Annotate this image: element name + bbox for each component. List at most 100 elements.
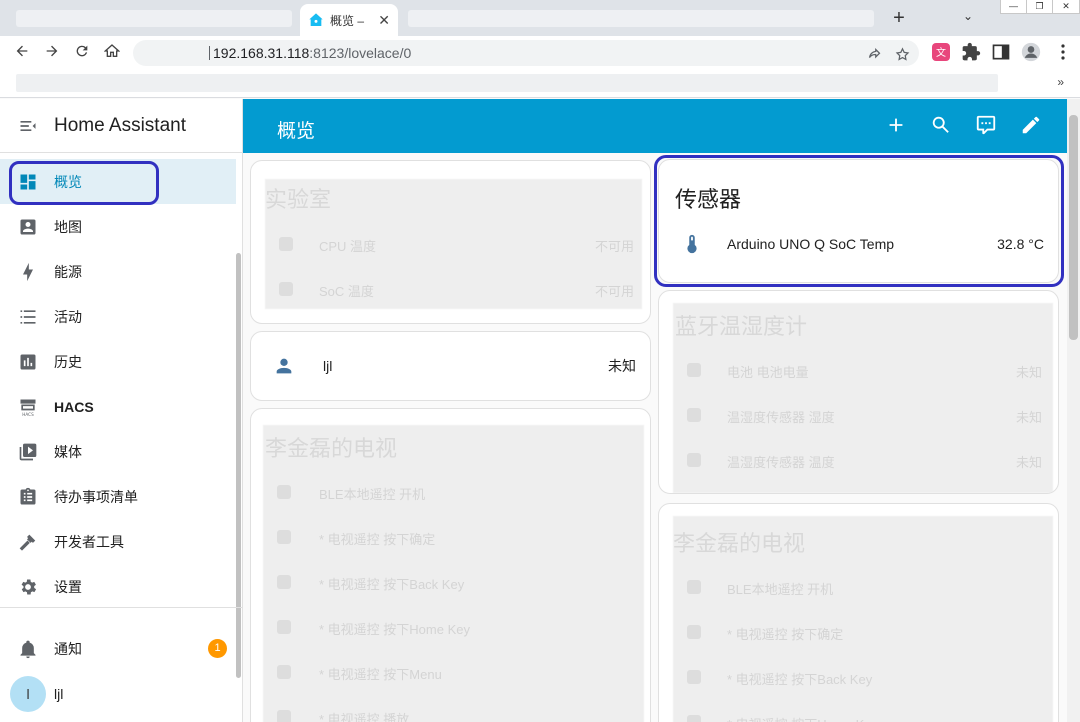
sidebar-item-developer-tools[interactable]: 开发者工具	[0, 519, 236, 564]
minimize-button[interactable]: —	[1001, 0, 1027, 13]
remote-icon	[277, 620, 291, 634]
person-state: 未知	[608, 358, 636, 374]
entity-name[interactable]: 温湿度传感器 湿度	[727, 407, 835, 426]
bookmark-star-icon[interactable]	[893, 47, 911, 65]
entity-name[interactable]: BLE本地遥控 开机	[727, 579, 833, 598]
sidebar-item-label: 媒体	[54, 443, 82, 460]
profile-avatar-icon[interactable]	[1021, 42, 1041, 62]
reload-icon[interactable]	[72, 43, 92, 63]
entity-name[interactable]: * 电视遥控 播放	[319, 709, 409, 722]
account-icon	[273, 355, 295, 377]
plus-icon	[889, 118, 903, 132]
pencil-icon	[1022, 116, 1040, 134]
sidebar-scrollbar[interactable]	[236, 253, 241, 678]
sidebar-item-label: 地图	[54, 218, 82, 235]
browser-menu-icon[interactable]	[1053, 42, 1073, 62]
svg-text:文: 文	[936, 46, 946, 59]
edit-dashboard-button[interactable]	[1020, 114, 1044, 138]
sidebar-item-notifications[interactable]: 通知 1	[0, 626, 242, 671]
map-icon	[20, 219, 36, 234]
remote-icon	[277, 485, 291, 499]
sidebar-item-label: 设置	[54, 578, 82, 595]
card-title: 李金磊的电视	[673, 531, 806, 556]
tv-card-right: 李金磊的电视 BLE本地遥控 开机 * 电视遥控 按下确定 * 电视遥控 按下B…	[658, 503, 1059, 722]
remote-icon	[687, 715, 701, 722]
bookmarks-overflow-icon[interactable]: »	[1057, 75, 1064, 89]
sidebar-item-map[interactable]: 地图	[0, 204, 236, 249]
remote-icon	[277, 665, 291, 679]
entity-name[interactable]: 温湿度传感器 温度	[727, 452, 835, 471]
assist-button[interactable]	[975, 114, 999, 138]
app-title: Home Assistant	[54, 114, 186, 136]
sidebar-item-settings[interactable]: 设置	[0, 564, 236, 609]
avatar: l	[10, 675, 46, 712]
lab-card: 实验室 CPU 温度 不可用 SoC 温度 不可用	[250, 160, 651, 324]
page-scrollbar[interactable]	[1067, 99, 1080, 722]
entity-state: 未知	[1015, 410, 1042, 425]
water-percent-icon	[687, 408, 701, 422]
ha-header: 概览	[243, 99, 1067, 153]
overview-highlight-annotation	[9, 161, 159, 205]
home-icon[interactable]	[102, 43, 122, 63]
entity-name[interactable]: * 电视遥控 按下确定	[319, 529, 435, 548]
search-button[interactable]	[930, 114, 954, 138]
bookmarks-bar: »	[0, 70, 1080, 98]
hammer-icon	[19, 534, 36, 551]
thermometer-icon	[279, 282, 293, 296]
page-scrollbar-thumb[interactable]	[1069, 115, 1078, 340]
url-text[interactable]: 192.168.31.118:8123/lovelace/0	[213, 45, 411, 61]
add-button[interactable]	[885, 114, 909, 138]
forward-arrow-icon[interactable]	[42, 43, 62, 63]
remote-icon	[277, 530, 291, 544]
blurred-tab[interactable]	[16, 10, 292, 27]
entity-name[interactable]: * 电视遥控 按下Menu	[319, 664, 442, 683]
entity-name[interactable]: * 电视遥控 按下Back Key	[727, 669, 872, 688]
side-panel-icon[interactable]	[991, 42, 1011, 62]
sensor-highlight-annotation	[654, 155, 1064, 287]
close-window-button[interactable]: ✕	[1053, 0, 1079, 13]
active-tab[interactable]: 概览 – ✕	[300, 4, 398, 36]
remote-icon	[687, 580, 701, 594]
sidebar-item-todo[interactable]: 待办事项清单	[0, 474, 236, 519]
blurred-tab[interactable]	[408, 10, 874, 27]
blurred-bookmarks[interactable]	[16, 74, 998, 92]
entity-name[interactable]: * 电视遥控 按下Home Key	[319, 619, 470, 638]
browser-tabstrip: 概览 – ✕ + ⌄ — ❐ ✕	[0, 0, 1080, 36]
sidebar-item-label: 活动	[54, 308, 82, 325]
sidebar-item-hacs[interactable]: HACS HACS	[0, 384, 236, 429]
sidebar-item-media[interactable]: 媒体	[0, 429, 236, 474]
card-title: 李金磊的电视	[265, 436, 398, 461]
person-name: ljl	[323, 358, 333, 374]
new-tab-button[interactable]: +	[888, 7, 910, 29]
entity-name[interactable]: * 电视遥控 按下Back Key	[319, 574, 464, 593]
comment-processing-icon	[976, 115, 996, 135]
menu-collapse-icon[interactable]	[18, 116, 38, 136]
format-list-icon	[20, 309, 36, 324]
entity-name[interactable]: SoC 温度	[319, 281, 374, 300]
sidebar-item-profile[interactable]: l ljl	[0, 671, 242, 716]
extensions-puzzle-icon[interactable]	[961, 42, 981, 62]
back-arrow-icon[interactable]	[12, 43, 32, 63]
person-card: ljl 未知	[250, 331, 651, 401]
entity-name[interactable]: 电池 电池电量	[727, 362, 809, 381]
translate-extension-icon[interactable]: 文	[931, 42, 951, 62]
cog-icon	[21, 579, 37, 594]
entity-name[interactable]: * 电视遥控 按下Home Key	[727, 714, 878, 722]
tab-close-icon[interactable]: ✕	[378, 12, 390, 29]
card-title: 实验室	[265, 187, 332, 212]
person-row[interactable]: ljl 未知	[251, 346, 650, 386]
restore-button[interactable]: ❐	[1027, 0, 1053, 13]
share-icon[interactable]	[865, 47, 883, 65]
tab-list-chevron-icon[interactable]: ⌄	[963, 9, 973, 23]
sidebar-item-label: HACS	[54, 398, 94, 415]
entity-name[interactable]: BLE本地遥控 开机	[319, 484, 425, 503]
browser-toolbar: 192.168.31.118:8123/lovelace/0	[0, 36, 1080, 70]
address-bar[interactable]: 192.168.31.118:8123/lovelace/0	[133, 40, 919, 66]
play-box-icon	[19, 443, 37, 460]
sidebar-item-energy[interactable]: 能源	[0, 249, 236, 294]
entity-name[interactable]: CPU 温度	[319, 236, 376, 255]
sidebar-item-history[interactable]: 历史	[0, 339, 236, 384]
home-assistant-logo-icon	[309, 13, 323, 26]
sidebar-item-logbook[interactable]: 活动	[0, 294, 236, 339]
entity-name[interactable]: * 电视遥控 按下确定	[727, 624, 843, 643]
